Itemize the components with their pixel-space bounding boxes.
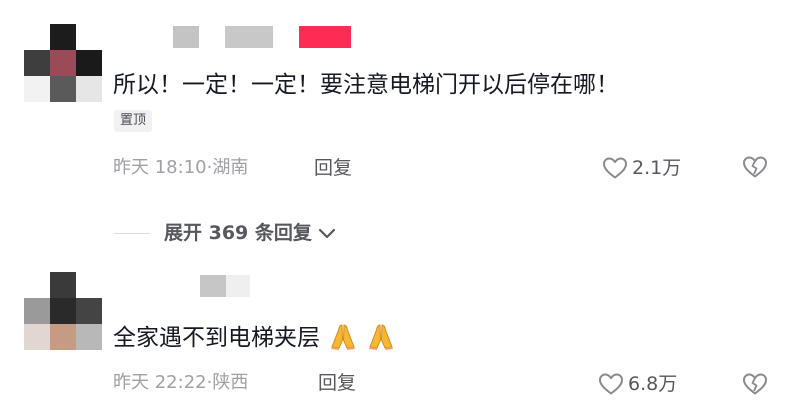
heart-outline-icon [599,373,623,395]
like-button[interactable]: 6.8万 [598,372,677,396]
dislike-button[interactable] [742,372,768,400]
avatar[interactable] [24,24,102,102]
like-button[interactable]: 2.1万 [602,156,681,180]
comment-text: 全家遇不到电梯夹层 [113,322,395,353]
divider [114,233,150,234]
comment-text: 所以！一定！一定！要注意电梯门开以后停在哪！ [113,72,619,98]
comment-timestamp: 昨天 22:22·陕西 [113,372,249,393]
folded-hands-icon [368,324,393,350]
expand-replies-button[interactable]: 展开 369 条回复 [164,221,336,245]
like-count: 6.8万 [628,373,678,395]
reply-button[interactable]: 回复 [314,156,352,180]
comment-timestamp: 昨天 18:10·湖南 [113,157,249,178]
expand-replies-label: 展开 369 条回复 [164,222,312,244]
broken-heart-icon [743,373,767,395]
pinned-badge: 置顶 [114,110,153,132]
reply-button[interactable]: 回复 [318,371,356,395]
broken-heart-icon [743,156,767,178]
username-censored[interactable] [200,275,252,299]
heart-outline-icon [603,157,627,179]
like-count: 2.1万 [632,157,682,179]
chevron-down-icon [318,228,335,239]
avatar[interactable] [24,272,102,350]
username-censored[interactable] [173,26,353,50]
folded-hands-icon [331,324,356,350]
dislike-button[interactable] [742,155,768,183]
